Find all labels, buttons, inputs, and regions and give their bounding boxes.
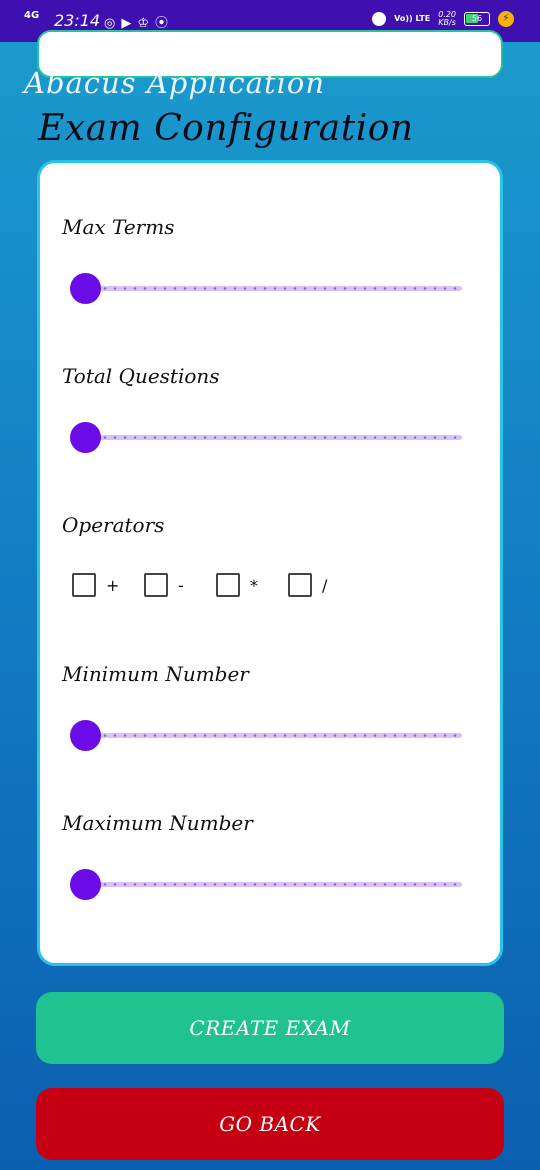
page-title: Exam Configuration: [38, 108, 414, 149]
operator-multiply-checkbox[interactable]: [216, 573, 240, 597]
network-speed: 0.20 KB/s: [438, 11, 456, 27]
network-speed-unit: KB/s: [438, 18, 456, 27]
youtube-icon: ▶: [121, 16, 138, 31]
alarm-icon: [372, 12, 387, 26]
config-card: Max Terms Total Questions Operators + - …: [37, 160, 503, 966]
maximum-number-label: Maximum Number: [62, 811, 253, 835]
max-terms-label: Max Terms: [62, 215, 175, 239]
operator-plus-checkbox[interactable]: [72, 573, 96, 597]
minimum-number-label: Minimum Number: [62, 662, 249, 686]
create-exam-button[interactable]: CREATE EXAM: [36, 992, 504, 1064]
operator-multiply-label: *: [250, 575, 258, 595]
battery-icon: 56: [464, 12, 490, 26]
total-questions-slider-thumb[interactable]: [70, 422, 101, 453]
operator-plus-label: +: [106, 575, 120, 595]
total-questions-slider[interactable]: [70, 422, 462, 453]
operator-divide[interactable]: /: [288, 573, 360, 597]
go-back-button[interactable]: GO BACK: [36, 1088, 504, 1160]
whatsapp-icon: ◎: [104, 16, 122, 31]
maximum-number-slider[interactable]: [70, 869, 462, 900]
operator-divide-label: /: [322, 575, 328, 595]
maximum-number-slider-thumb[interactable]: [70, 869, 101, 900]
volte-indicator: Vo)) LTE: [394, 14, 431, 23]
minimum-number-slider-thumb[interactable]: [70, 720, 101, 751]
battery-level: 56: [471, 14, 483, 23]
total-questions-label: Total Questions: [62, 364, 220, 388]
hotspot-icon: ⦿: [155, 16, 175, 31]
max-terms-slider[interactable]: [70, 273, 462, 304]
trophy-icon: ♔: [137, 16, 155, 31]
charging-icon: ⚡: [498, 11, 514, 27]
operator-minus[interactable]: -: [144, 573, 216, 597]
network-indicator: 4G: [24, 10, 40, 21]
operator-plus[interactable]: +: [72, 573, 144, 597]
minimum-number-slider[interactable]: [70, 720, 462, 751]
max-terms-slider-thumb[interactable]: [70, 273, 101, 304]
status-time: 23:14: [54, 11, 101, 30]
operators-label: Operators: [62, 513, 165, 537]
operator-divide-checkbox[interactable]: [288, 573, 312, 597]
operator-minus-checkbox[interactable]: [144, 573, 168, 597]
notification-icons: ◎▶♔⦿: [104, 12, 174, 31]
operators-group: + - * /: [72, 573, 360, 597]
operator-minus-label: -: [178, 575, 184, 595]
operator-multiply[interactable]: *: [216, 573, 288, 597]
app-title: Abacus Application: [24, 66, 326, 100]
